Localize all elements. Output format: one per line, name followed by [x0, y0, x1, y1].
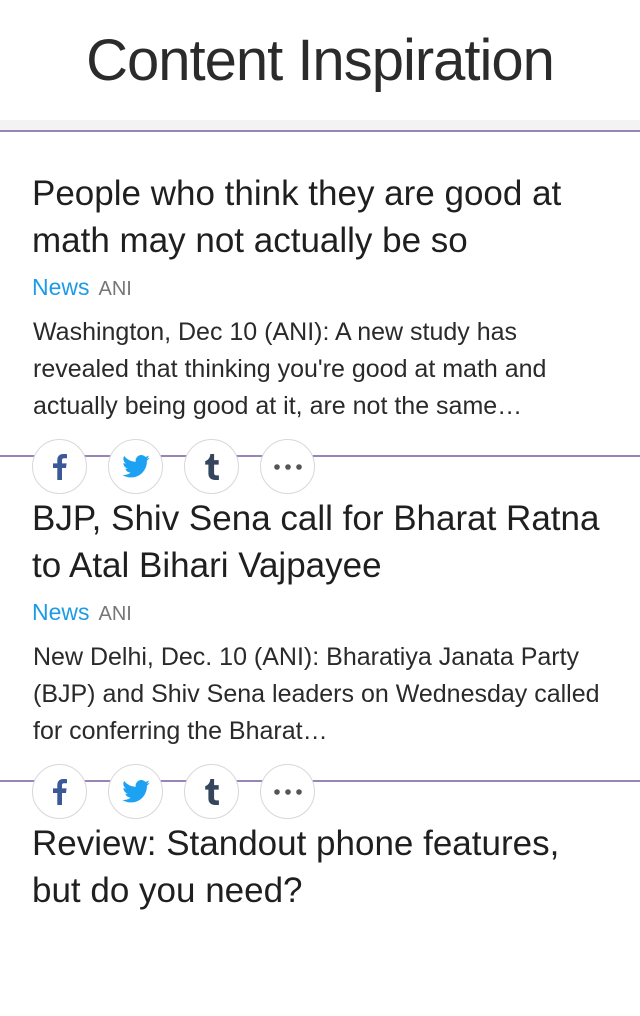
header-divider — [0, 120, 640, 130]
article-summary: New Delhi, Dec. 10 (ANI): Bharatiya Jana… — [33, 643, 600, 745]
article-summary: Washington, Dec 10 (ANI): A new study ha… — [33, 318, 547, 420]
article-category: News — [32, 599, 90, 625]
share-more-button[interactable] — [260, 764, 315, 819]
share-twitter-button[interactable] — [108, 764, 163, 819]
page-header: Content Inspiration — [0, 0, 640, 120]
article-category: News — [32, 274, 90, 300]
article-meta: News ANI — [32, 599, 608, 629]
article-card[interactable]: BJP, Shiv Sena call for Bharat Ratna to … — [0, 455, 640, 819]
article-source: ANI — [98, 278, 132, 300]
facebook-icon — [52, 778, 67, 805]
share-twitter-button[interactable] — [108, 439, 163, 494]
article-meta: News ANI — [32, 274, 608, 304]
article-title[interactable]: Review: Standout phone features, but do … — [32, 820, 608, 914]
share-more-button[interactable] — [260, 439, 315, 494]
article-title[interactable]: BJP, Shiv Sena call for Bharat Ratna to … — [32, 495, 608, 589]
article-source: ANI — [98, 603, 132, 625]
article-feed[interactable]: People who think they are good at math m… — [0, 130, 640, 940]
tumblr-icon — [204, 453, 219, 480]
more-icon — [273, 788, 302, 795]
share-tumblr-button[interactable] — [184, 439, 239, 494]
twitter-icon — [121, 455, 150, 478]
share-facebook-button[interactable] — [32, 764, 87, 819]
article-title[interactable]: People who think they are good at math m… — [32, 170, 608, 264]
page-title: Content Inspiration — [86, 27, 555, 93]
more-icon — [273, 463, 302, 470]
article-card[interactable]: Review: Standout phone features, but do … — [0, 780, 640, 940]
tumblr-icon — [204, 778, 219, 805]
article-card[interactable]: People who think they are good at math m… — [0, 130, 640, 494]
share-facebook-button[interactable] — [32, 439, 87, 494]
twitter-icon — [121, 780, 150, 803]
share-tumblr-button[interactable] — [184, 764, 239, 819]
facebook-icon — [52, 453, 67, 480]
